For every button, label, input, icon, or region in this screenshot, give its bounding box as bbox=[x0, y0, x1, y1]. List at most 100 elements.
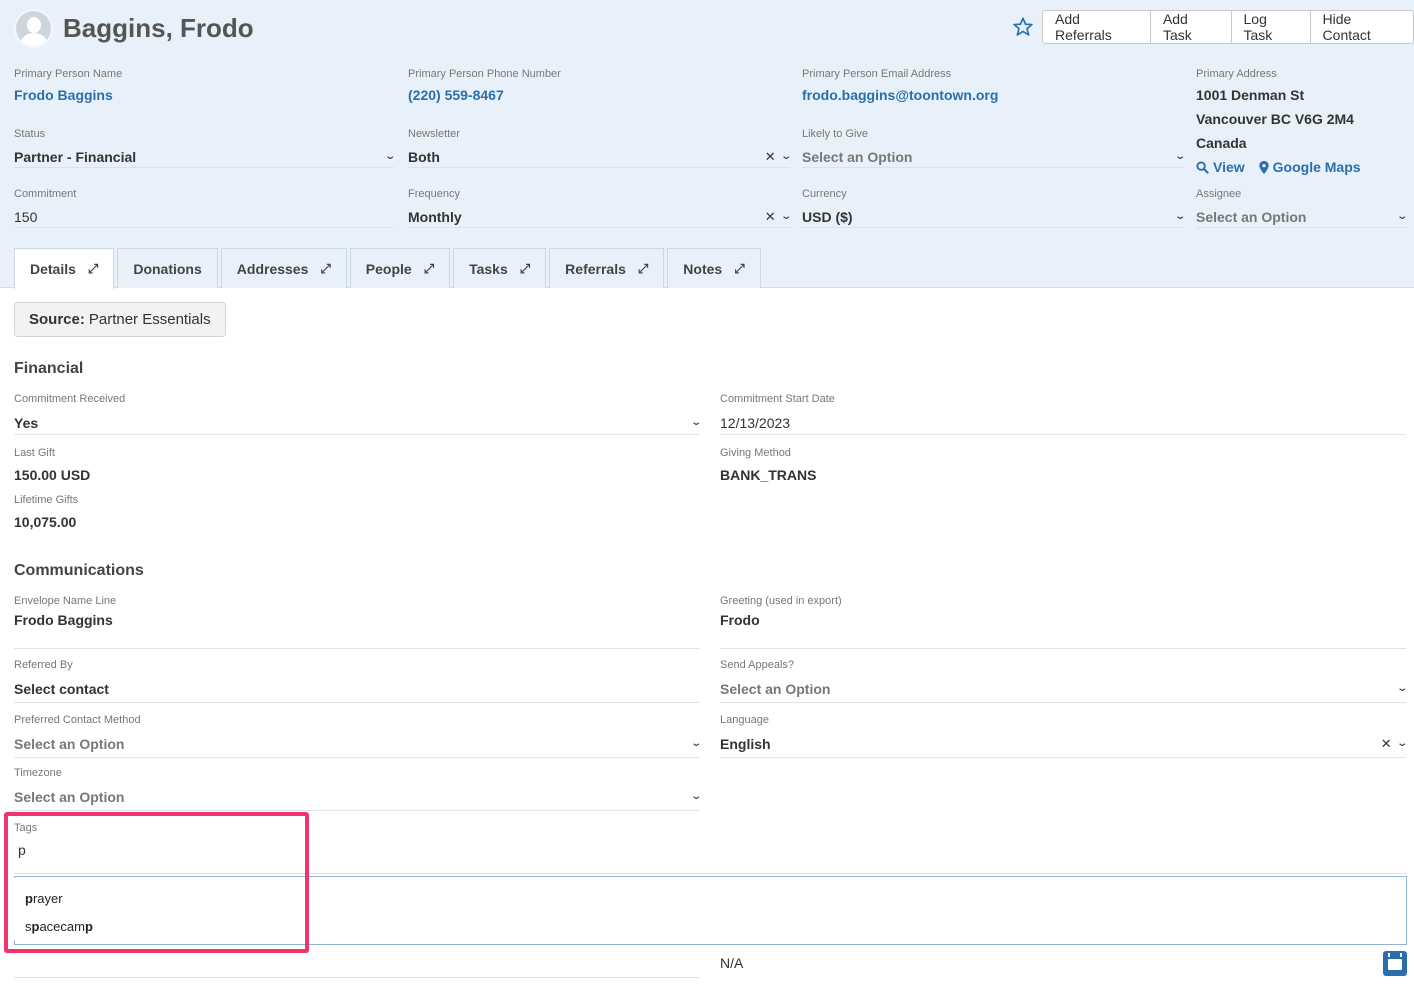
field-label: Lifetime Gifts bbox=[14, 494, 79, 506]
field-label: Language bbox=[720, 714, 769, 726]
clear-icon[interactable]: ✕ bbox=[765, 149, 776, 165]
language-select[interactable]: English ✕ ⌄ bbox=[720, 730, 1408, 758]
chevron-down-icon: ⌄ bbox=[383, 151, 396, 162]
google-maps-link[interactable]: Google Maps bbox=[1259, 159, 1361, 175]
calendar-icon[interactable] bbox=[1383, 951, 1407, 976]
commitment-field: Commitment 150 bbox=[14, 188, 394, 228]
tab-tasks[interactable]: Tasks ⤢ bbox=[453, 248, 547, 288]
phone-link[interactable]: (220) 559-8467 bbox=[408, 87, 788, 103]
primary-name-link[interactable]: Frodo Baggins bbox=[14, 87, 394, 103]
likely-to-give-field: Likely to Give Select an Option ⌄ bbox=[802, 128, 1186, 168]
view-address-link[interactable]: View bbox=[1196, 159, 1245, 175]
email-link[interactable]: frodo.baggins@toontown.org bbox=[802, 87, 1182, 103]
referred-by-value: Select contact bbox=[14, 680, 109, 697]
expand-icon[interactable]: ⤢ bbox=[638, 261, 648, 277]
hide-contact-button[interactable]: Hide Contact bbox=[1310, 10, 1414, 44]
tab-label: People bbox=[365, 260, 412, 277]
tag-suggestion-prayer[interactable]: p rayer bbox=[14, 884, 302, 912]
newsletter-select[interactable]: Both ✕ ⌄ bbox=[408, 146, 792, 168]
tab-referrals[interactable]: Referrals ⤢ bbox=[549, 248, 665, 288]
language-value: English bbox=[720, 735, 771, 752]
email-field: Primary Person Email Address frodo.baggi… bbox=[802, 68, 1182, 103]
greeting-value: Frodo bbox=[720, 612, 760, 628]
source-value: Partner Essentials bbox=[88, 311, 211, 328]
tab-donations[interactable]: Donations bbox=[117, 248, 218, 288]
log-task-button[interactable]: Log Task bbox=[1231, 10, 1311, 44]
status-select[interactable]: Partner - Financial ⌄ bbox=[14, 146, 396, 168]
commitment-input[interactable]: 150 bbox=[14, 206, 394, 228]
expand-icon[interactable]: ⤢ bbox=[734, 261, 744, 277]
timezone-select[interactable]: Select an Option ⌄ bbox=[14, 783, 702, 811]
tags-input-value: p bbox=[18, 842, 26, 858]
expand-icon[interactable]: ⤢ bbox=[88, 261, 98, 277]
referred-by-select[interactable]: Select contact bbox=[14, 675, 700, 703]
expand-icon[interactable]: ⤢ bbox=[320, 261, 330, 277]
send-appeals-select[interactable]: Select an Option ⌄ bbox=[720, 675, 1408, 703]
tab-label: Addresses bbox=[236, 260, 309, 277]
next-field-value: N/A bbox=[720, 955, 744, 971]
send-appeals-value: Select an Option bbox=[720, 680, 831, 697]
field-label: Timezone bbox=[14, 767, 62, 779]
field-label: Status bbox=[14, 128, 46, 140]
tab-people[interactable]: People ⤢ bbox=[349, 248, 451, 288]
star-icon[interactable] bbox=[1012, 16, 1034, 38]
commitment-start-input[interactable]: 12/13/2023 bbox=[720, 411, 1406, 435]
commitment-value: 150 bbox=[14, 208, 38, 225]
timezone-field: Timezone Select an Option ⌄ bbox=[14, 767, 702, 811]
preferred-contact-field: Preferred Contact Method Select an Optio… bbox=[14, 714, 702, 758]
field-label: Assignee bbox=[1196, 188, 1242, 200]
field-label: Newsletter bbox=[408, 128, 460, 140]
currency-field: Currency USD ($) ⌄ bbox=[802, 188, 1186, 228]
field-label: Likely to Give bbox=[802, 128, 869, 140]
address-field: Primary Address 1001 Denman St Vancouver… bbox=[1196, 68, 1406, 175]
address-line-3: Canada bbox=[1196, 135, 1247, 151]
currency-select[interactable]: USD ($) ⌄ bbox=[802, 206, 1186, 228]
primary-name-field: Primary Person Name Frodo Baggins bbox=[14, 68, 394, 103]
field-label: Primary Person Phone Number bbox=[408, 68, 561, 80]
tab-label: Notes bbox=[683, 260, 723, 277]
add-referrals-button[interactable]: Add Referrals bbox=[1042, 10, 1151, 44]
likely-to-give-select[interactable]: Select an Option ⌄ bbox=[802, 146, 1186, 168]
assignee-select[interactable]: Select an Option ⌄ bbox=[1196, 206, 1408, 228]
preferred-contact-select[interactable]: Select an Option ⌄ bbox=[14, 730, 702, 758]
field-label: Preferred Contact Method bbox=[14, 714, 141, 726]
address-links: View Google Maps bbox=[1196, 159, 1406, 175]
expand-icon[interactable]: ⤢ bbox=[520, 261, 530, 277]
tab-notes[interactable]: Notes ⤢ bbox=[667, 248, 761, 288]
timezone-value: Select an Option bbox=[14, 788, 125, 805]
address-line-1: 1001 Denman St bbox=[1196, 87, 1305, 103]
envelope-value: Frodo Baggins bbox=[14, 612, 113, 628]
clear-icon[interactable]: ✕ bbox=[1381, 736, 1392, 752]
field-label: Currency bbox=[802, 188, 847, 200]
chevron-down-icon: ⌄ bbox=[689, 417, 702, 428]
lifetime-gifts-field: Lifetime Gifts 10,075.00 bbox=[14, 494, 78, 530]
greeting-field[interactable]: Greeting (used in export) Frodo bbox=[720, 595, 1406, 649]
chevron-down-icon: ⌄ bbox=[1395, 211, 1408, 222]
tag-suggestion-spacecamp[interactable]: s p acecam p bbox=[14, 912, 302, 940]
preferred-contact-value: Select an Option bbox=[14, 735, 125, 752]
add-task-button[interactable]: Add Task bbox=[1150, 10, 1232, 44]
tags-input[interactable]: p bbox=[14, 834, 1407, 874]
tab-label: Donations bbox=[133, 260, 202, 277]
giving-method-value: BANK_TRANS bbox=[720, 467, 817, 483]
field-label: Frequency bbox=[408, 188, 460, 200]
hidden-field-left[interactable] bbox=[14, 950, 700, 978]
language-field: Language English ✕ ⌄ bbox=[720, 714, 1408, 758]
expand-icon[interactable]: ⤢ bbox=[424, 261, 434, 277]
clear-icon[interactable]: ✕ bbox=[765, 209, 776, 225]
envelope-field[interactable]: Envelope Name Line Frodo Baggins bbox=[14, 595, 700, 649]
assignee-field: Assignee Select an Option ⌄ bbox=[1196, 188, 1408, 228]
match-text: p bbox=[25, 890, 33, 906]
lifetime-gifts-value: 10,075.00 bbox=[14, 514, 77, 530]
field-label: Commitment Received bbox=[14, 393, 126, 405]
google-maps-label: Google Maps bbox=[1272, 159, 1361, 175]
commitment-received-select[interactable]: Yes ⌄ bbox=[14, 411, 702, 435]
field-label: Primary Person Email Address bbox=[802, 68, 952, 80]
tab-addresses[interactable]: Addresses ⤢ bbox=[220, 248, 347, 288]
newsletter-value: Both bbox=[408, 148, 440, 165]
next-field: N/A bbox=[720, 955, 743, 971]
source-badge: Source: Partner Essentials bbox=[14, 302, 226, 337]
tab-details[interactable]: Details ⤢ bbox=[14, 248, 115, 289]
frequency-select[interactable]: Monthly ✕ ⌄ bbox=[408, 206, 792, 228]
chevron-down-icon: ⌄ bbox=[1395, 738, 1408, 749]
